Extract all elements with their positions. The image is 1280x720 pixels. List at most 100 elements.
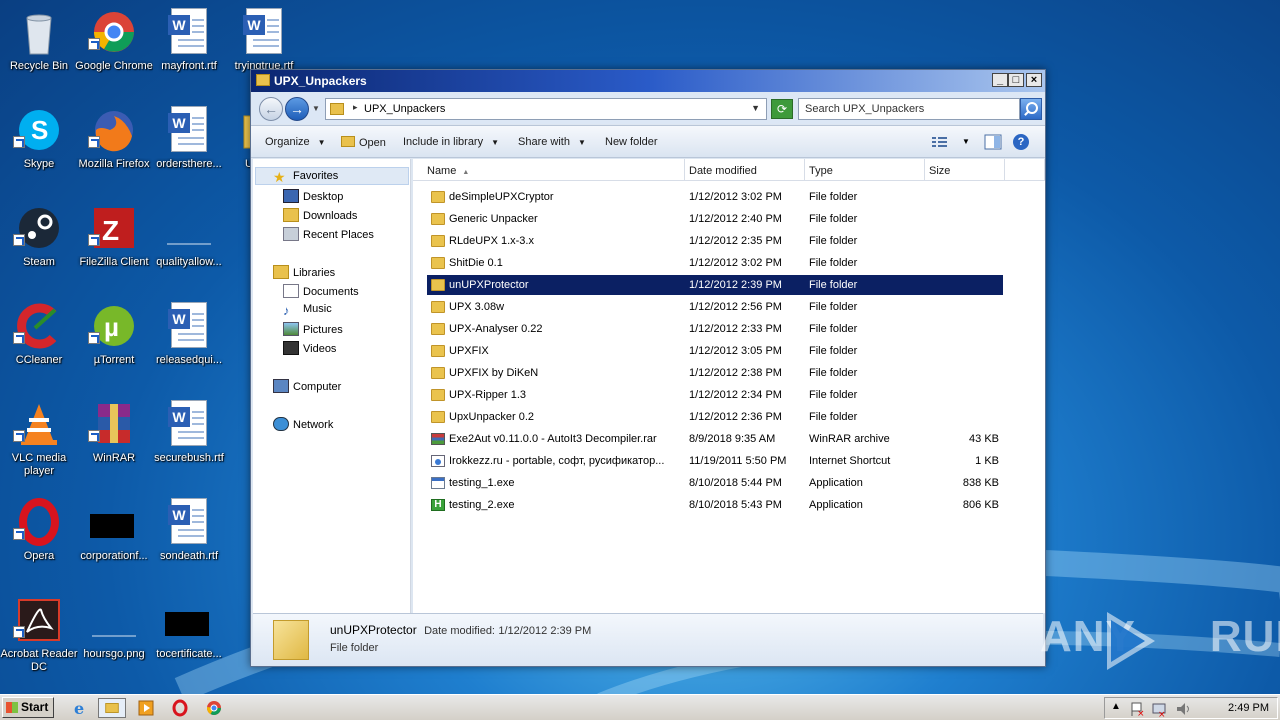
file-row[interactable]: Irokkezz.ru - portable, софт, русификато… [427, 451, 1003, 471]
winrar-archive-icon [431, 433, 445, 445]
file-row[interactable]: UPX-Analyser 0.22 1/12/2012 2:33 PM File f… [427, 319, 1003, 339]
desktop-icon-vlc-media-player[interactable]: VLC media player [0, 394, 78, 482]
preview-pane-icon[interactable] [984, 134, 1002, 150]
file-row[interactable]: ShitDie 0.1 1/12/2012 3:02 PM File folder [427, 253, 1003, 273]
desktop-icon-corporationf[interactable]: corporationf... [75, 492, 153, 580]
nav-item-network[interactable]: Network [273, 417, 333, 431]
desktop-icon-steam[interactable]: Steam [0, 198, 78, 286]
maximize-button[interactable]: □ [1008, 73, 1024, 87]
word-document-icon: W [165, 8, 213, 56]
back-button[interactable]: ← [259, 97, 283, 121]
command-bar: Organize ▼ Open Include in library ▼ Share… [251, 125, 1045, 158]
breadcrumb-arrow-icon[interactable]: ▸ [353, 102, 358, 113]
desktop-icon-skype[interactable]: S Skype [0, 100, 78, 188]
search-input[interactable]: Search UPX_Unpackers [798, 98, 1020, 120]
nav-item-favorites[interactable]: ★ Favorites [273, 169, 338, 185]
start-button[interactable]: Start [2, 697, 54, 718]
desktop-icon-google-chrome[interactable]: Google Chrome [75, 2, 153, 90]
nav-item-music[interactable]: ♪ Music [283, 303, 332, 318]
nav-item-libraries[interactable]: Libraries [273, 265, 335, 279]
nav-item-videos[interactable]: Videos [283, 341, 336, 355]
organize-button[interactable]: Organize ▼ [265, 136, 326, 148]
desktop-icon-label: WinRAR [92, 452, 136, 464]
recent-pages-dropdown-icon[interactable]: ▼ [312, 104, 320, 113]
nav-item-recent-places[interactable]: Recent Places [283, 227, 374, 241]
svg-text:S: S [31, 115, 48, 145]
desktop-icon-qualityallow[interactable]: qualityallow... [150, 198, 228, 286]
desktop-icon-hoursgo-png[interactable]: hoursgo.png [75, 590, 153, 678]
file-row[interactable]: Htesting_2.exe 8/10/2018 5:43 PM Applicati… [427, 495, 1003, 515]
file-row[interactable]: Generic Unpacker 1/12/2012 2:40 PM File fo… [427, 209, 1003, 229]
help-icon[interactable]: ? [1013, 134, 1029, 150]
nav-item-desktop[interactable]: Desktop [283, 189, 343, 203]
network-tray-icon[interactable]: × [1151, 701, 1167, 717]
refresh-button[interactable]: ⟳ [771, 99, 793, 119]
desktop-icon-mozilla-firefox[interactable]: Mozilla Firefox [75, 100, 153, 188]
file-row[interactable]: UpxUnpacker 0.2 1/12/2012 2:36 PM File fol… [427, 407, 1003, 427]
column-header-date[interactable]: Date modified [685, 159, 805, 181]
desktop-icon-ccleaner[interactable]: CCleaner [0, 296, 78, 384]
file-row[interactable]: testing_1.exe 8/10/2018 5:44 PM Applicatio… [427, 473, 1003, 493]
nav-item-documents[interactable]: Documents [283, 284, 359, 298]
desktop-icon-mayfront-rtf[interactable]: Wmayfront.rtf [150, 2, 228, 90]
search-icon[interactable] [1020, 98, 1042, 120]
action-center-flag-icon[interactable]: × [1129, 701, 1145, 717]
folder-icon [431, 235, 445, 247]
column-header-size[interactable]: Size [925, 159, 1005, 181]
desktop-icon-acrobat-reader-dc[interactable]: Acrobat Reader DC [0, 590, 78, 678]
address-dropdown-icon[interactable]: ▼ [751, 103, 760, 113]
file-row[interactable]: Exe2Aut v0.11.0.0 - AutoIt3 Decompiler.r… [427, 429, 1003, 449]
taskbar-clock[interactable]: 2:49 PM [1228, 702, 1269, 714]
desktop-icon-sondeath-rtf[interactable]: Wsondeath.rtf [150, 492, 228, 580]
explorer-window[interactable]: UPX_Unpackers _ □ × ← → ▼ ▸ UPX_Unpacker… [250, 69, 1046, 667]
open-button[interactable]: Open [341, 136, 386, 149]
desktop-icon-recycle-bin[interactable]: Recycle Bin [0, 2, 78, 90]
file-row[interactable]: unUPXProtector 1/12/2012 2:39 PM File fold… [427, 275, 1003, 295]
file-row[interactable]: UPX-Ripper 1.3 1/12/2012 2:34 PM File fold… [427, 385, 1003, 405]
file-row[interactable]: deSimpleUPXCryptor 1/12/2012 3:02 PM File … [427, 187, 1003, 207]
desktop-icon-securebush-rtf[interactable]: Wsecurebush.rtf [150, 394, 228, 482]
nav-item-downloads[interactable]: Downloads [283, 208, 357, 222]
title-bar[interactable]: UPX_Unpackers _ □ × [251, 70, 1045, 92]
column-header-name[interactable]: Name ▲ [413, 159, 685, 181]
desktop-icon-tocertificate[interactable]: tocertificate... [150, 590, 228, 678]
file-row[interactable]: UPXFIX 1/12/2012 3:05 PM File folder [427, 341, 1003, 361]
forward-button[interactable]: → [285, 97, 309, 121]
column-name-label: Name [427, 165, 457, 177]
view-dropdown-icon[interactable]: ▼ [962, 137, 970, 146]
desktop-icon-filezilla-client[interactable]: Z FileZilla Client [75, 198, 153, 286]
desktop-icon-label: sondeath.rtf [159, 550, 219, 562]
file-row[interactable]: UPXFIX by DiKeN 1/12/2012 2:38 PM File fol… [427, 363, 1003, 383]
address-bar[interactable]: ▸ UPX_Unpackers ▼ [325, 98, 767, 120]
chrome-taskbar-icon[interactable] [200, 698, 228, 718]
file-date: 1/12/2012 3:02 PM [689, 257, 782, 269]
desktop-icon-winrar[interactable]: WinRAR [75, 394, 153, 482]
include-in-library-button[interactable]: Include in library ▼ [403, 136, 499, 148]
desktop-icon-opera[interactable]: Opera [0, 492, 78, 580]
desktop-icon--torrent[interactable]: µ µTorrent [75, 296, 153, 384]
breadcrumb-upx-unpackers[interactable]: UPX_Unpackers [364, 103, 445, 115]
desktop-icon-releasedqui[interactable]: Wreleasedqui... [150, 296, 228, 384]
opera-taskbar-icon[interactable] [166, 698, 194, 718]
nav-item-pictures[interactable]: Pictures [283, 322, 343, 336]
nav-label-network: Network [293, 419, 334, 431]
share-with-button[interactable]: Share with ▼ [518, 136, 586, 148]
volume-icon[interactable] [1175, 701, 1191, 717]
desktop-icon-ordersthere[interactable]: Wordersthere... [150, 100, 228, 188]
column-header-type[interactable]: Type [805, 159, 925, 181]
close-button[interactable]: × [1026, 73, 1042, 87]
media-player-icon[interactable] [132, 698, 160, 718]
view-options-icon[interactable] [931, 134, 949, 150]
file-row[interactable]: UPX 3.08w 1/12/2012 2:56 PM File folder [427, 297, 1003, 317]
internet-explorer-icon[interactable]: e [66, 698, 94, 718]
file-date: 11/19/2011 5:50 PM [689, 455, 787, 467]
minimize-button[interactable]: _ [992, 73, 1008, 87]
shortcut-arrow-icon [88, 430, 100, 442]
windows-explorer-icon[interactable] [98, 698, 126, 718]
nav-item-computer[interactable]: Computer [273, 379, 341, 393]
new-folder-button[interactable]: New folder [605, 136, 658, 148]
file-type: Application [809, 499, 863, 511]
file-row[interactable]: RLdeUPX 1.x-3.x 1/12/2012 2:35 PM File fol… [427, 231, 1003, 251]
show-hidden-icons-icon[interactable]: ▲ [1111, 701, 1121, 712]
file-date: 1/12/2012 2:34 PM [689, 389, 782, 401]
